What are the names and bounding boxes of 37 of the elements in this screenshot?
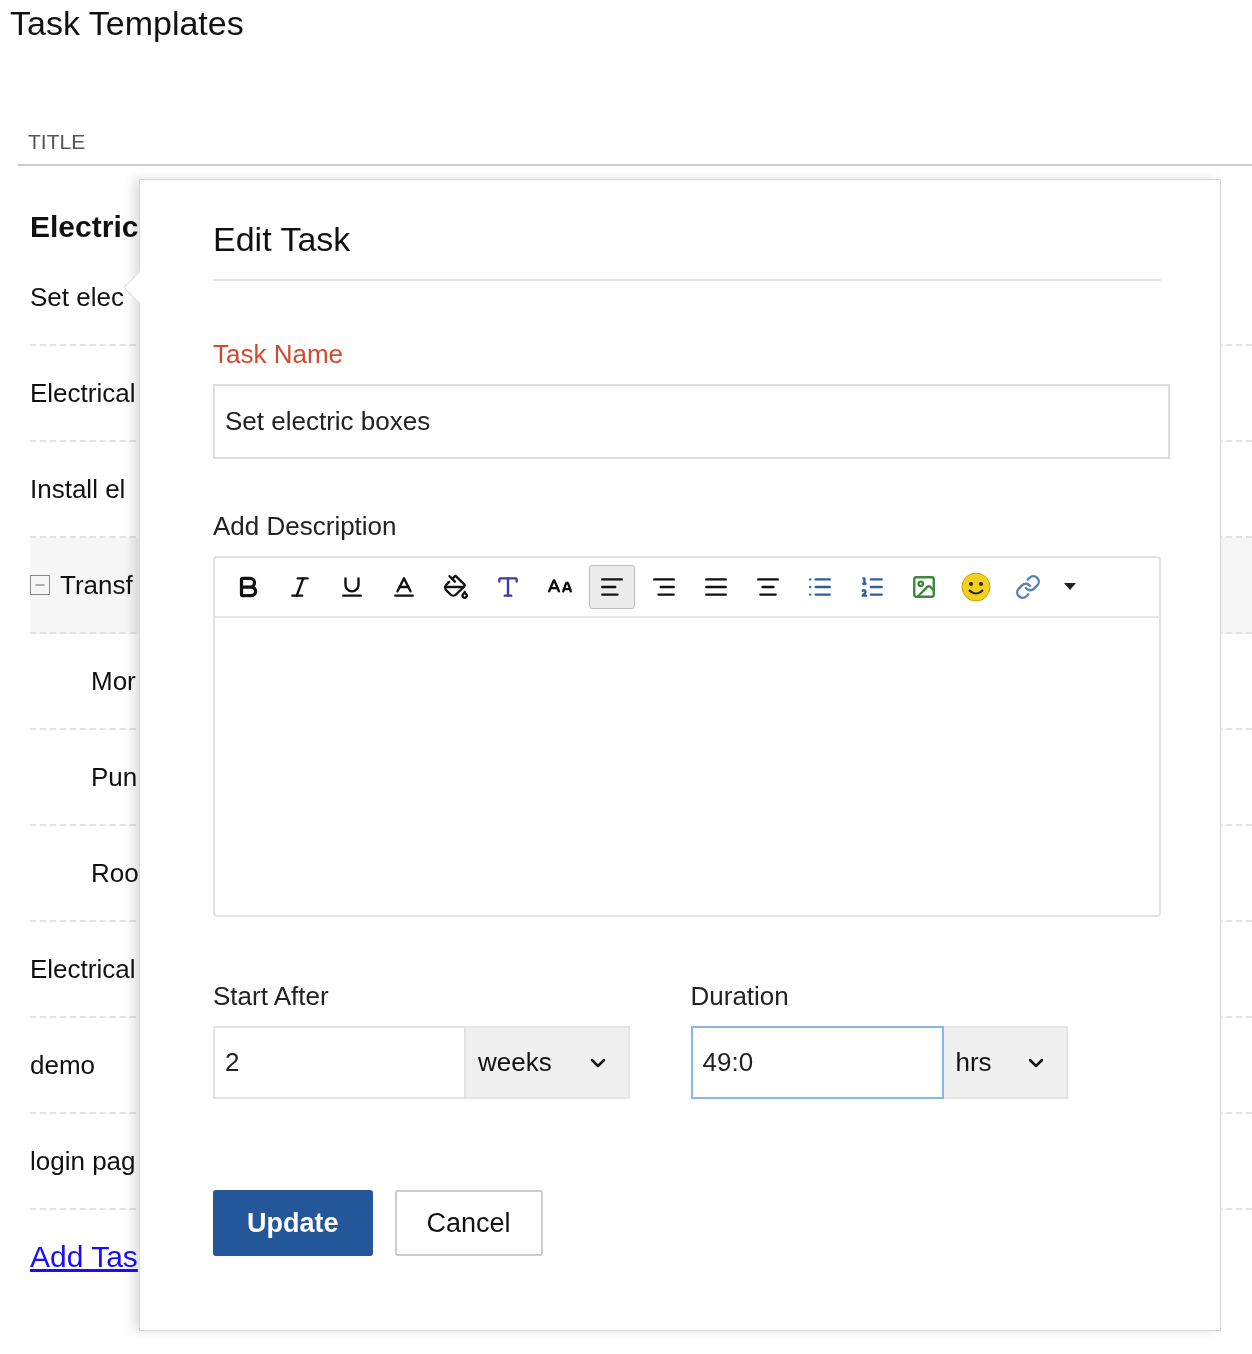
caret-icon xyxy=(1064,583,1076,591)
column-header: TITLE xyxy=(18,130,1252,166)
font-family-icon xyxy=(495,574,521,600)
field-label: Duration xyxy=(690,981,790,1012)
unit-dropdown[interactable]: weeks xyxy=(466,1026,630,1099)
add-task-link[interactable]: Add Tas xyxy=(30,1240,138,1274)
numbered-list-icon xyxy=(859,574,885,600)
task-name: Electrical xyxy=(30,953,136,985)
task-name: demo xyxy=(30,1049,96,1081)
task-name: Electrical xyxy=(30,377,136,409)
dialog-title: Edit Task xyxy=(213,220,1161,281)
task-name: Mor xyxy=(91,665,136,697)
task-name: Install el xyxy=(30,473,126,505)
image-icon xyxy=(911,574,937,600)
task-name: Pun xyxy=(91,761,138,793)
align-left-button[interactable] xyxy=(589,565,635,609)
task-name: Set elec xyxy=(30,281,124,313)
task-name-field[interactable]: Set electric boxes xyxy=(213,384,1170,459)
link-icon xyxy=(1015,574,1041,600)
page-title: Task Templates xyxy=(9,3,245,44)
cancel-button[interactable]: Cancel xyxy=(394,1190,543,1256)
font-color-icon xyxy=(391,574,417,600)
unit-dropdown[interactable]: hrs xyxy=(943,1026,1068,1099)
update-button[interactable]: Update xyxy=(213,1190,373,1256)
field-label: Start After xyxy=(213,981,330,1012)
smiley-icon xyxy=(960,571,992,603)
task-name: login pag xyxy=(30,1145,136,1177)
group-title: Electric xyxy=(30,209,139,245)
paint-bucket-icon xyxy=(443,574,469,600)
underline-icon xyxy=(339,574,365,600)
collapse-icon[interactable] xyxy=(30,575,50,595)
task-name: Roo xyxy=(91,857,139,889)
number-field[interactable]: 49:0 xyxy=(690,1026,944,1099)
field-label: Add Description xyxy=(213,511,398,542)
number-field[interactable]: 2 xyxy=(213,1026,466,1099)
field-label: Task Name xyxy=(213,339,345,370)
task-name: Transf xyxy=(60,569,133,601)
